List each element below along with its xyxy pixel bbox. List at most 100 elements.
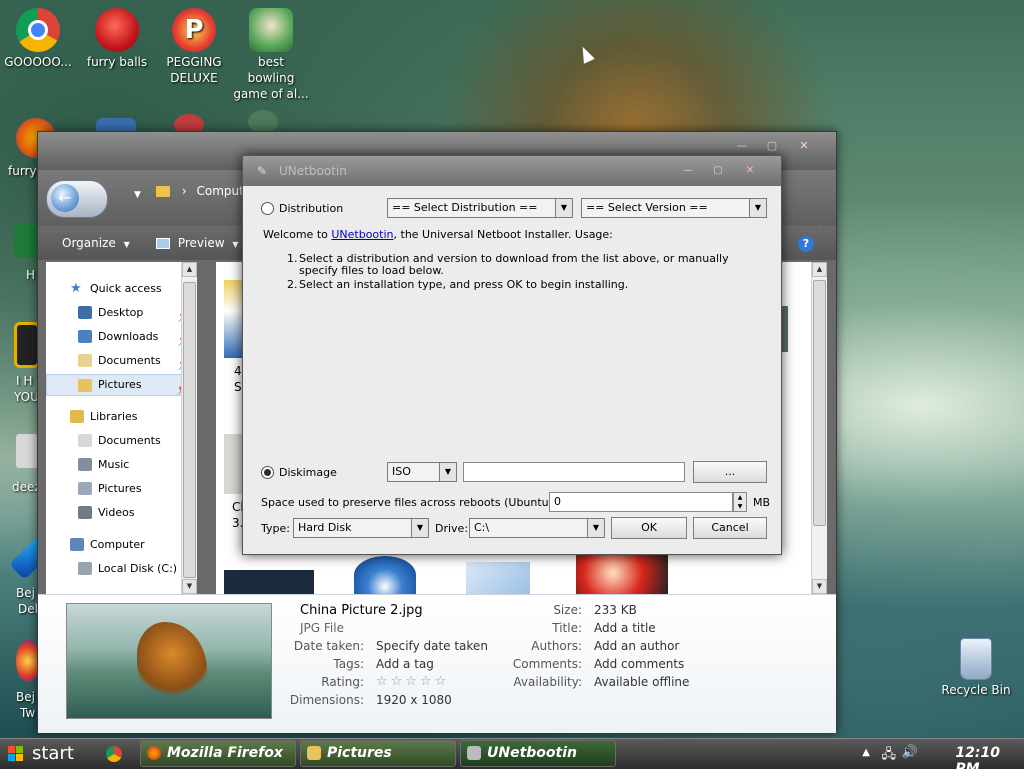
close-icon[interactable]: ✕	[792, 138, 816, 154]
nav-library-videos[interactable]: Videos	[46, 502, 196, 524]
nav-scrollbar[interactable]: ▲ ▼	[181, 262, 197, 594]
folder-icon	[156, 186, 170, 197]
desktop-icon	[78, 306, 92, 319]
nav-pictures[interactable]: Pictures 📌	[46, 374, 196, 396]
volume-icon[interactable]: 🔊	[902, 745, 918, 760]
bowling-icon	[249, 8, 293, 52]
windows-logo-thumbnail[interactable]	[354, 556, 416, 594]
ok-button[interactable]: OK	[611, 517, 687, 539]
desktop-icon-pegging-deluxe[interactable]: P PEGGING DELUXE	[156, 8, 232, 86]
nav-downloads[interactable]: Downloads 📌	[46, 326, 196, 348]
nav-local-disk[interactable]: Local Disk (C:)	[46, 558, 196, 580]
chrome-icon[interactable]	[106, 746, 122, 762]
close-icon[interactable]: ✕	[741, 164, 759, 178]
browse-button[interactable]: ...	[693, 461, 767, 483]
nav-quick-access[interactable]: ★ Quick access	[46, 278, 196, 300]
select-version-dropdown[interactable]: == Select Version == ▼	[581, 198, 767, 218]
diskimage-path-input[interactable]	[463, 462, 685, 482]
taskbar-firefox[interactable]: Mozilla Firefox	[140, 740, 296, 767]
videos-icon	[78, 506, 92, 519]
distribution-radio[interactable]	[261, 202, 274, 215]
nav-desktop[interactable]: Desktop 📌	[46, 302, 196, 324]
file-scroll-thumb[interactable]	[813, 280, 826, 526]
taskbar-unetbootin[interactable]: UNetbootin	[460, 740, 616, 767]
nav-scroll-thumb[interactable]	[183, 282, 196, 578]
minimize-icon[interactable]: —	[730, 138, 754, 154]
chevron-down-icon: ▼	[411, 519, 428, 537]
tags-field[interactable]: Add a tag	[376, 657, 434, 671]
dialog-titlebar[interactable]: ✎ UNetbootin — ▢ ✕	[243, 156, 781, 186]
documents-icon	[78, 354, 92, 367]
comments-field[interactable]: Add comments	[594, 657, 684, 671]
image-preview	[66, 603, 272, 719]
cancel-button[interactable]: Cancel	[693, 517, 767, 539]
help-icon[interactable]: ?	[798, 236, 814, 252]
type-dropdown[interactable]: Hard Disk ▼	[293, 518, 429, 538]
preview-button[interactable]: Preview ▼	[156, 236, 239, 250]
unetbootin-dialog: ✎ UNetbootin — ▢ ✕ Distribution == Selec…	[242, 155, 782, 555]
computer-icon	[70, 538, 84, 551]
desktop-icon-bowling[interactable]: best bowling game of al...	[233, 8, 309, 102]
organize-button[interactable]: Organize ▼	[62, 236, 130, 250]
usage-step: 2. Select an installation type, and press…	[287, 278, 629, 291]
chevron-down-icon: ▼	[555, 199, 572, 217]
space-stepper[interactable]: ▲ ▼	[733, 492, 747, 512]
file-thumbnail[interactable]	[576, 552, 668, 594]
desktop-icon-furry-balls[interactable]: furry balls	[79, 8, 155, 70]
taskbar-pictures[interactable]: Pictures	[300, 740, 456, 767]
clock[interactable]: 12:10 PM	[955, 745, 1000, 777]
file-thumbnail[interactable]	[466, 562, 530, 594]
size-value: 233 KB	[594, 603, 637, 617]
maximize-icon[interactable]: ▢	[760, 138, 784, 154]
maximize-icon[interactable]: ▢	[709, 164, 727, 178]
minimize-icon[interactable]: —	[679, 164, 697, 178]
furry-ball-icon	[95, 8, 139, 52]
hard-disk-icon	[78, 562, 92, 575]
preview-icon	[156, 238, 170, 249]
chevron-up-icon[interactable]: ▲	[862, 747, 870, 758]
unetbootin-icon	[467, 746, 481, 760]
start-button[interactable]: start	[0, 739, 92, 769]
drive-dropdown[interactable]: C:\ ▼	[469, 518, 605, 538]
rating-stars[interactable]: ☆☆☆☆☆	[376, 674, 449, 689]
authors-field[interactable]: Add an author	[594, 639, 679, 653]
dialog-body: Distribution == Select Distribution == ▼…	[249, 186, 775, 548]
nav-libraries[interactable]: Libraries	[46, 406, 196, 428]
firefox-icon	[147, 746, 161, 760]
nav-computer[interactable]: Computer	[46, 534, 196, 556]
file-name: China Picture 2.jpg	[300, 603, 423, 618]
file-thumbnail[interactable]	[224, 280, 244, 358]
nav-library-music[interactable]: Music	[46, 454, 196, 476]
scroll-up-icon[interactable]: ▲	[812, 262, 827, 277]
space-input[interactable]: 0	[549, 492, 733, 512]
history-dropdown-icon[interactable]: ▼	[134, 190, 141, 200]
desktop-icon-chrome[interactable]: GOOOOO...	[0, 8, 76, 70]
diskimage-radio[interactable]	[261, 466, 274, 479]
nav-library-pictures[interactable]: Pictures	[46, 478, 196, 500]
unetbootin-link[interactable]: UNetbootin	[331, 228, 393, 241]
select-distribution-dropdown[interactable]: == Select Distribution == ▼	[387, 198, 573, 218]
date-taken-field[interactable]: Specify date taken	[376, 639, 488, 653]
unetbootin-icon: ✎	[257, 164, 268, 178]
scroll-down-icon[interactable]: ▼	[182, 579, 197, 594]
file-thumbnail[interactable]	[224, 434, 244, 494]
usage-steps: 1. Select a distribution and version to d…	[287, 253, 757, 293]
network-icon[interactable]: 🖧	[882, 745, 897, 767]
file-scrollbar[interactable]: ▲ ▼	[811, 262, 827, 594]
chevron-down-icon: ▼	[587, 519, 604, 537]
diskimage-type-dropdown[interactable]: ISO ▼	[387, 462, 457, 482]
back-forward-button[interactable]: ←	[46, 180, 108, 218]
title-field[interactable]: Add a title	[594, 621, 656, 635]
deez-app-icon[interactable]	[16, 434, 38, 468]
file-thumbnail[interactable]	[224, 570, 314, 594]
chevron-down-icon: ▼	[232, 240, 239, 249]
scroll-up-icon[interactable]: ▲	[182, 262, 197, 277]
windows-flag-icon	[8, 746, 24, 762]
welcome-text: Welcome to UNetbootin, the Universal Net…	[263, 228, 613, 241]
desktop-icon-recycle-bin[interactable]: Recycle Bin	[936, 638, 1016, 698]
nav-documents[interactable]: Documents 📌	[46, 350, 196, 372]
back-arrow-icon[interactable]: ←	[51, 184, 79, 212]
nav-library-documents[interactable]: Documents	[46, 430, 196, 452]
scroll-down-icon[interactable]: ▼	[812, 579, 827, 594]
libraries-icon	[70, 410, 84, 423]
